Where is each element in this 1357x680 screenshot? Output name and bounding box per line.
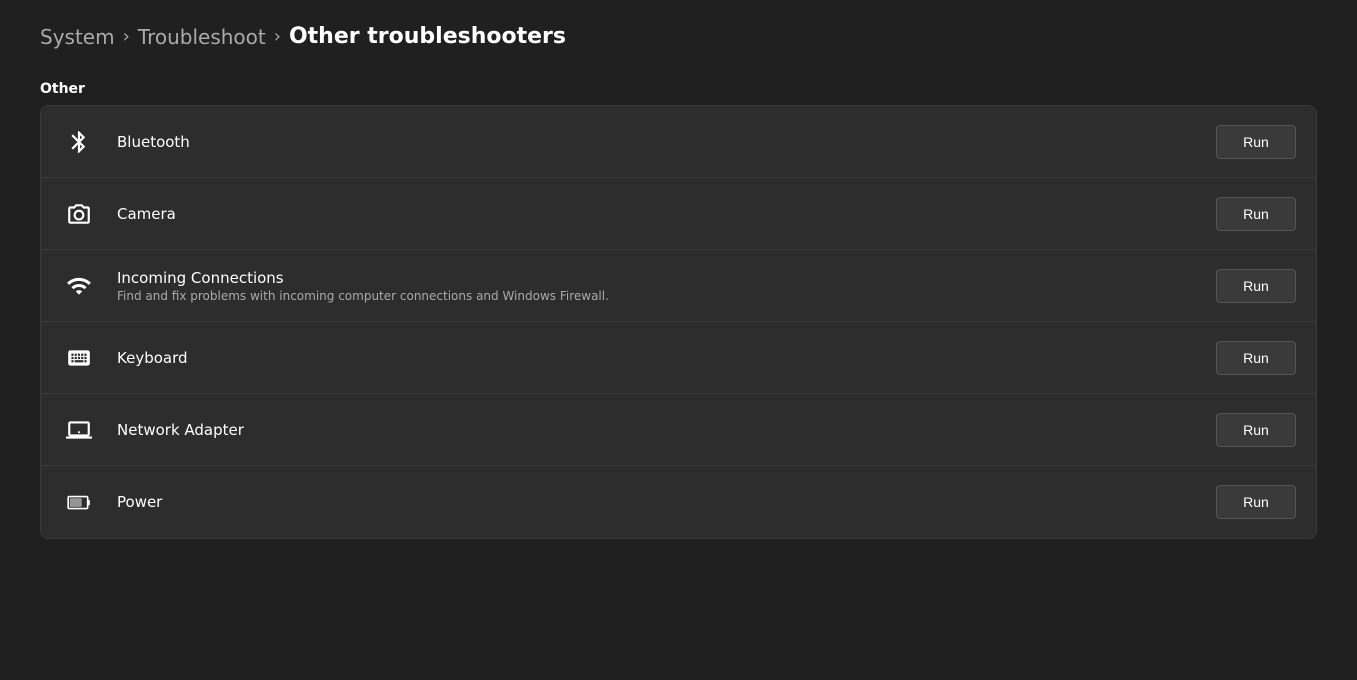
power-icon <box>61 484 97 520</box>
connections-icon <box>61 268 97 304</box>
troubleshooter-item-incoming-connections: Incoming Connections Find and fix proble… <box>41 250 1316 322</box>
breadcrumb-separator-1: › <box>123 26 130 47</box>
item-left-keyboard: Keyboard <box>61 340 188 376</box>
troubleshooter-item-bluetooth: Bluetooth Run <box>41 106 1316 178</box>
camera-icon <box>61 196 97 232</box>
run-button-keyboard[interactable]: Run <box>1216 341 1296 375</box>
item-title-camera: Camera <box>117 205 176 223</box>
item-left-bluetooth: Bluetooth <box>61 124 190 160</box>
breadcrumb: System › Troubleshoot › Other troublesho… <box>40 24 1317 49</box>
troubleshooter-item-power: Power Run <box>41 466 1316 538</box>
run-button-network-adapter[interactable]: Run <box>1216 413 1296 447</box>
item-text-keyboard: Keyboard <box>117 349 188 367</box>
item-description-incoming-connections: Find and fix problems with incoming comp… <box>117 289 609 303</box>
item-left-network-adapter: Network Adapter <box>61 412 244 448</box>
item-title-network-adapter: Network Adapter <box>117 421 244 439</box>
item-text-incoming-connections: Incoming Connections Find and fix proble… <box>117 269 609 303</box>
troubleshooter-item-network-adapter: Network Adapter Run <box>41 394 1316 466</box>
item-title-keyboard: Keyboard <box>117 349 188 367</box>
section-label: Other <box>40 81 1317 97</box>
breadcrumb-troubleshoot[interactable]: Troubleshoot <box>138 25 266 49</box>
item-title-bluetooth: Bluetooth <box>117 133 190 151</box>
breadcrumb-current: Other troubleshooters <box>289 24 566 49</box>
breadcrumb-system[interactable]: System <box>40 25 115 49</box>
run-button-camera[interactable]: Run <box>1216 197 1296 231</box>
troubleshooter-item-keyboard: Keyboard Run <box>41 322 1316 394</box>
item-text-camera: Camera <box>117 205 176 223</box>
run-button-incoming-connections[interactable]: Run <box>1216 269 1296 303</box>
item-text-power: Power <box>117 493 162 511</box>
item-left-incoming-connections: Incoming Connections Find and fix proble… <box>61 268 609 304</box>
item-title-power: Power <box>117 493 162 511</box>
run-button-bluetooth[interactable]: Run <box>1216 125 1296 159</box>
item-title-incoming-connections: Incoming Connections <box>117 269 609 287</box>
troubleshooter-list: Bluetooth Run Camera Run <box>40 105 1317 539</box>
run-button-power[interactable]: Run <box>1216 485 1296 519</box>
breadcrumb-separator-2: › <box>274 26 281 47</box>
item-left-camera: Camera <box>61 196 176 232</box>
bluetooth-icon <box>61 124 97 160</box>
item-text-bluetooth: Bluetooth <box>117 133 190 151</box>
item-text-network-adapter: Network Adapter <box>117 421 244 439</box>
network-adapter-icon <box>61 412 97 448</box>
item-left-power: Power <box>61 484 162 520</box>
troubleshooter-item-camera: Camera Run <box>41 178 1316 250</box>
keyboard-icon <box>61 340 97 376</box>
